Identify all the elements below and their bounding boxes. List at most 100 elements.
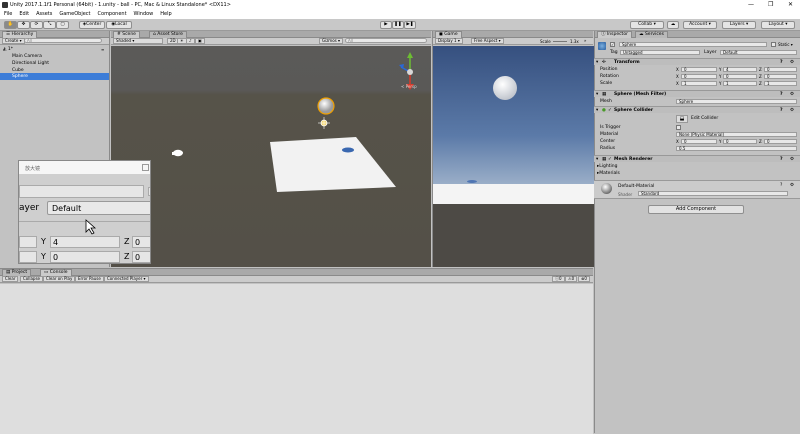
warning-count-button[interactable]: ⚠0 [565,276,578,282]
tab-scene[interactable]: # Scene [113,31,140,38]
mesh-field[interactable]: Sphere [676,99,797,104]
scale-y-field[interactable]: 1 [723,81,757,86]
menu-file[interactable]: File [4,10,12,19]
is-trigger-checkbox[interactable] [676,125,681,130]
help-icon[interactable]: ? [780,183,782,188]
rotate-tool-button[interactable]: ⟳ [30,21,43,29]
layer-dropdown[interactable]: Default [720,50,797,55]
menu-assets[interactable]: Assets [36,10,52,19]
scale-z-field[interactable]: 1 [764,81,797,86]
shader-dropdown[interactable]: Standard [638,191,788,196]
connected-player-dropdown[interactable]: Connected Player ▾ [104,276,149,282]
menu-window[interactable]: Window [134,10,154,19]
static-checkbox[interactable] [771,42,776,47]
tab-services[interactable]: ☁ Services [635,31,668,38]
scene-root[interactable]: ◭ 1* [3,47,13,52]
object-name-field[interactable]: Sphere [619,42,767,47]
materials-foldout[interactable]: ▸Materials [597,171,620,176]
magnifier-y2-field[interactable]: 0 [50,251,120,263]
perspective-label[interactable]: < Persp [401,84,417,89]
center-x-field[interactable]: 0 [681,139,717,144]
mesh-filter-header[interactable]: ▾ ▦ Sphere (Mesh Filter) ? ⚙ [594,90,800,97]
tab-hierarchy[interactable]: ☰ Hierarchy [2,31,38,38]
help-icon[interactable]: ? [780,92,783,97]
physic-material-field[interactable]: None (Physic Material) [676,132,797,137]
scene-search-input[interactable]: All [345,38,427,43]
list-item[interactable]: Main Camera [12,54,42,59]
hierarchy-menu-icon[interactable]: ≡ [101,47,104,52]
clear-on-play-button[interactable]: Clear on Play [43,276,76,282]
gizmos-dropdown[interactable]: Gizmos ▾ [319,38,344,44]
info-count-button[interactable]: ⓘ0 [552,276,565,282]
magnifier-y1-field[interactable]: 4 [50,236,120,248]
hand-tool-button[interactable]: ✋ [4,21,17,29]
help-icon[interactable]: ? [780,157,783,162]
static-dropdown[interactable]: Static ▾ [778,42,793,47]
clear-button[interactable]: Clear [2,276,19,282]
tab-inspector[interactable]: ⓘ Inspector [597,31,632,38]
add-component-button[interactable]: Add Component [648,205,744,214]
tab-game[interactable]: ◼ Game [435,31,462,38]
rotation-z-field[interactable]: 0 [764,74,797,79]
maximize-icon[interactable]: ❐ [768,1,773,8]
scale-x-field[interactable]: 1 [681,81,717,86]
error-count-button[interactable]: ⊗0 [578,276,590,282]
settings-icon[interactable]: ⚙ [790,183,794,188]
settings-icon[interactable]: ⚙ [790,157,794,162]
magnifier-z2-field[interactable]: 0 [132,251,150,263]
magnifier-close-icon[interactable] [142,164,149,171]
list-item[interactable]: Sphere [12,74,28,79]
enabled-checkbox[interactable]: ✓ [608,157,612,162]
space-button[interactable]: ◉Local [106,21,132,29]
rotation-y-field[interactable]: 0 [723,74,757,79]
console-log-area[interactable] [0,284,593,434]
transform-header[interactable]: ▾ ✣ Transform ? ⚙ [594,58,800,65]
game-viewport[interactable] [433,46,594,267]
aspect-dropdown[interactable]: Free Aspect ▾ [471,38,504,44]
menu-edit[interactable]: Edit [19,10,29,19]
minimize-icon[interactable]: — [748,1,754,8]
sphere-collider-header[interactable]: ▾ ● ✓ Sphere Collider ? ⚙ [594,106,800,113]
settings-icon[interactable]: ⚙ [790,108,794,113]
position-x-field[interactable]: 0 [681,67,717,72]
tab-console[interactable]: ▭ Console [40,269,72,276]
step-button[interactable]: ▶❚ [404,21,416,29]
settings-icon[interactable]: ⚙ [790,60,794,65]
rect-tool-button[interactable]: ▢ [56,21,69,29]
layout-button[interactable]: Layout ▾ [761,21,795,29]
center-y-field[interactable]: 0 [723,139,757,144]
active-checkbox[interactable]: ✓ [610,42,615,47]
pause-button[interactable]: ❚❚ [392,21,404,29]
play-button[interactable]: ▶ [380,21,392,29]
magnifier-z1-field[interactable]: 0 [132,236,150,248]
settings-icon[interactable]: ⚙ [790,92,794,97]
close-icon[interactable]: ✕ [788,1,793,8]
help-icon[interactable]: ? [780,108,783,113]
center-z-field[interactable]: 0 [764,139,797,144]
display-dropdown[interactable]: Display 1 ▾ [435,38,463,44]
menu-help[interactable]: Help [160,10,171,19]
enabled-checkbox[interactable]: ✓ [608,108,612,113]
move-tool-button[interactable]: ✥ [17,21,30,29]
mesh-renderer-header[interactable]: ▾ ▦ ✓ Mesh Renderer ? ⚙ [594,155,800,162]
create-button[interactable]: Create ▾ [2,38,25,44]
effects-toggle-icon[interactable]: ▣ [195,38,205,44]
menu-gameobject[interactable]: GameObject [59,10,90,19]
position-y-field[interactable]: 4 [723,67,757,72]
collapse-button[interactable]: Collapse [20,276,43,282]
error-pause-button[interactable]: Error Pause [75,276,104,282]
tab-project[interactable]: ▤ Project [2,269,32,276]
scale-slider[interactable] [553,41,567,42]
hierarchy-search-input[interactable]: All [24,38,102,43]
magnifier-layer-dropdown[interactable]: Default [47,201,150,215]
cloud-icon[interactable]: ☁ [667,21,679,29]
edit-collider-button[interactable]: ⬓ [676,115,688,123]
menu-component[interactable]: Component [98,10,127,19]
account-button[interactable]: Account ▾ [683,21,717,29]
audio-toggle-icon[interactable]: ♪ [186,38,195,44]
layers-button[interactable]: Layers ▾ [722,21,756,29]
radius-field[interactable]: 0.5 [676,146,797,151]
tab-asset-store[interactable]: ⌂ Asset Store [149,31,187,38]
lighting-foldout[interactable]: ▸Lighting [597,164,617,169]
position-z-field[interactable]: 0 [764,67,797,72]
